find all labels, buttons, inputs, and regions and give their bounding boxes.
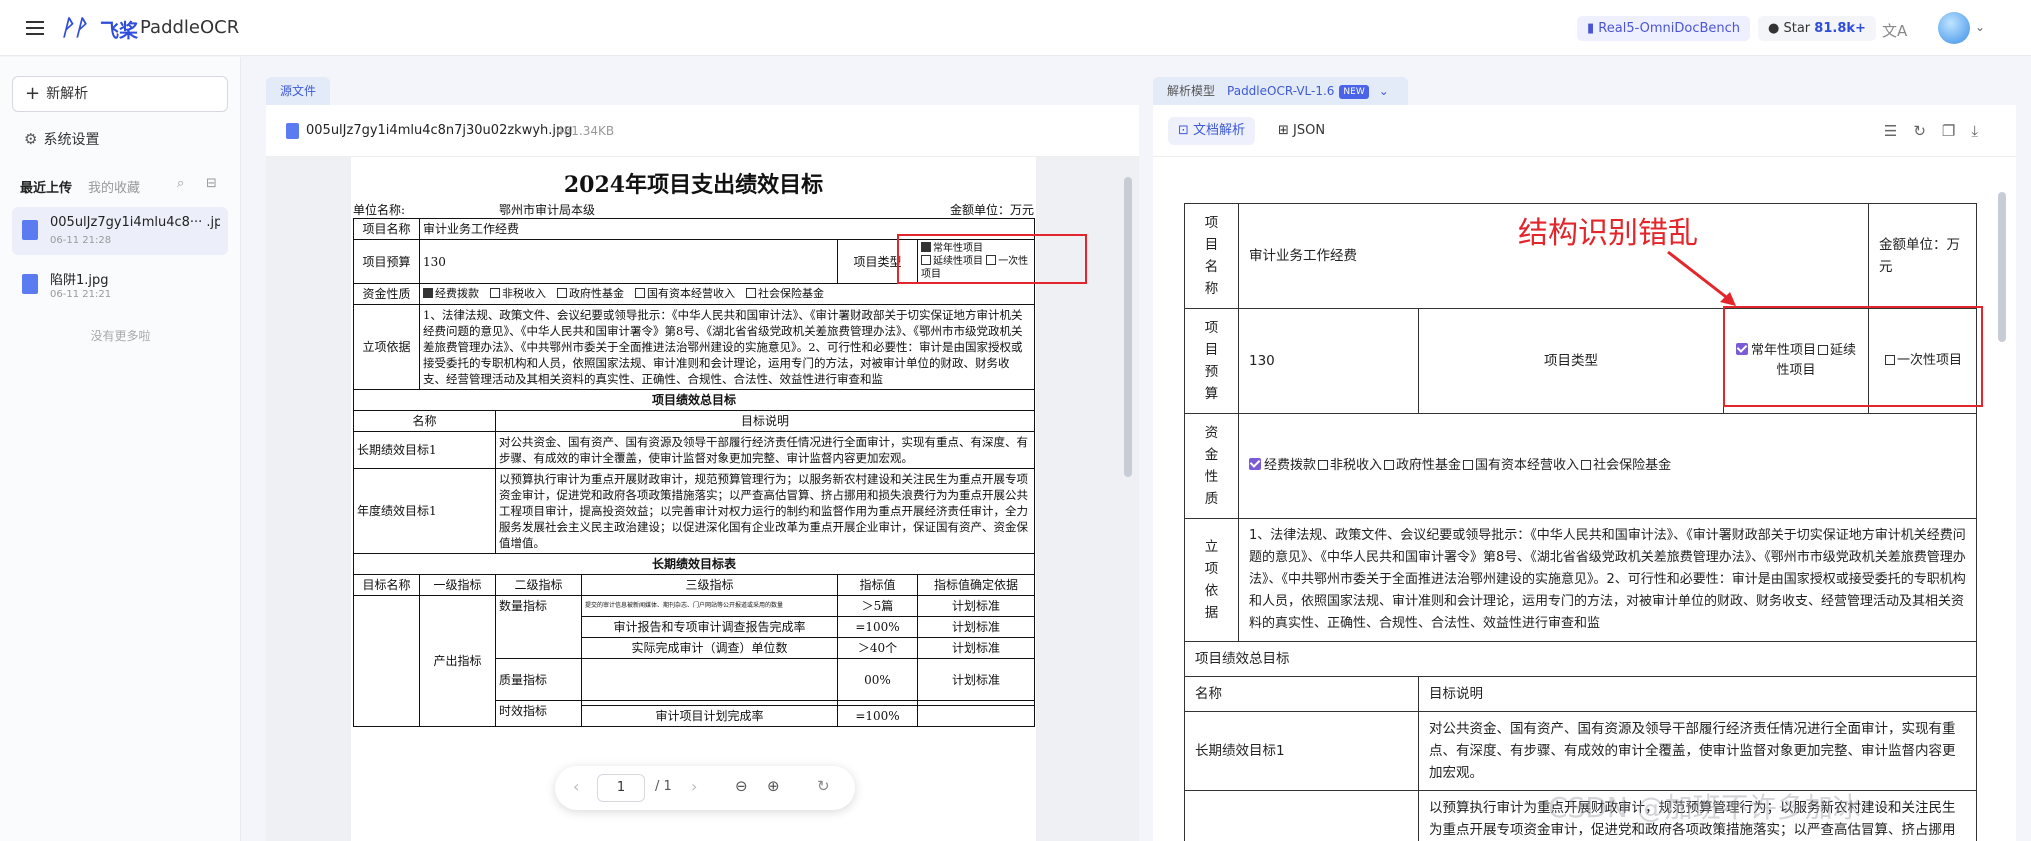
zoom-out-icon[interactable]: ⊖: [735, 777, 748, 795]
result-header: ⊡ 文档解析 ⊞ JSON ☰↻❐⤓: [1153, 105, 2016, 157]
benchmark-link[interactable]: ▮ Real5-OmniDocBench: [1577, 16, 1751, 41]
plus-icon: +: [25, 83, 41, 104]
annotation-arrow-icon: [1667, 250, 1736, 306]
table-row: 目标名称 一级指标 二级指标 三级指标 指标值 指标值确定依据: [353, 574, 1036, 596]
table-row: 立项依据 1、法律法规、政策文件、会议纪要或领导批示：《中华人民共和国审计法》、…: [1184, 518, 1977, 642]
image-file-icon: [22, 274, 38, 294]
chevron-right-icon[interactable]: ›: [691, 777, 697, 796]
image-file-icon: [286, 123, 299, 139]
image-file-icon: [22, 220, 38, 240]
document-icon: ⊡: [1178, 123, 1194, 138]
checkbox-icon: [423, 288, 433, 298]
settings-button[interactable]: ⚙ 系统设置: [24, 129, 99, 149]
table-row: 立项依据 1、法律法规、政策文件、会议纪要或领导批示：《中华人民共和国审计法》、…: [353, 304, 1036, 390]
source-header: 005ulJz7gy1i4mlu4c8n7j30u02zkwyh.jpg 481…: [266, 105, 1139, 157]
github-star-button[interactable]: ● Star 81.8k+: [1758, 16, 1876, 41]
sidebar: + 新解析 ⚙ 系统设置 最近上传 我的收藏 ⌕ ⊟ 005ulJz7gy1i4ml…: [0, 57, 241, 841]
top-bar: ᚹᚹ 飞桨 PaddleOCR ▮ Real5-OmniDocBench ● S…: [0, 0, 2031, 56]
watermark: CSDN @加班不许多加冰: [1548, 791, 1861, 824]
source-file-name: 005ulJz7gy1i4mlu4c8n7j30u02zkwyh.jpg: [306, 123, 573, 138]
error-highlight-box: [897, 234, 1087, 284]
checkbox-icon: [1318, 460, 1329, 470]
refresh-icon[interactable]: ↻: [1913, 122, 1942, 140]
rotate-icon[interactable]: ↻: [817, 777, 830, 795]
document-page: 2024年项目支出绩效目标 单位名称: 鄂州市审计局本级 金额单位：万元 项目名…: [351, 157, 1087, 841]
checkbox-icon: [1463, 460, 1474, 470]
search-icon[interactable]: ⌕: [177, 176, 184, 191]
checkbox-icon: [1384, 460, 1395, 470]
paddle-logo-mark: ᚹᚹ: [60, 16, 87, 41]
zoom-in-icon[interactable]: ⊕: [767, 777, 780, 795]
user-avatar[interactable]: [1938, 12, 1970, 44]
new-badge: NEW: [1339, 85, 1369, 99]
sliders-icon[interactable]: ☰: [1884, 122, 1913, 140]
document-viewer[interactable]: 2024年项目支出绩效目标 单位名称: 鄂州市审计局本级 金额单位：万元 项目名…: [266, 157, 1139, 841]
table-row: 长期绩效目标表: [352, 553, 1036, 575]
tab-recent-uploads[interactable]: 最近上传: [20, 177, 72, 196]
checkbox-icon: [746, 288, 756, 298]
chevron-down-icon: ⌄: [1378, 84, 1389, 98]
result-viewer[interactable]: 项目名称 审计业务工作经费 金额单位：万元 项目预算 130 项目类型 常年性项…: [1153, 157, 2016, 841]
checkbox-icon: [635, 288, 645, 298]
table-row: 项目绩效总目标: [352, 389, 1036, 411]
chevron-down-icon[interactable]: ⌄: [1975, 20, 1985, 34]
filter-icon[interactable]: ⊟: [206, 176, 217, 191]
result-table: 项目名称 审计业务工作经费 金额单位：万元 项目预算 130 项目类型 常年性项…: [1184, 203, 1977, 841]
app-title: PaddleOCR: [140, 17, 240, 38]
scrollbar[interactable]: [1124, 177, 1132, 477]
result-toolbar: ☰↻❐⤓: [1884, 122, 1994, 140]
doc-title: 2024年项目支出绩效目标: [563, 172, 824, 198]
hamburger-menu-icon[interactable]: [24, 17, 46, 39]
no-more-text: 没有更多啦: [90, 329, 151, 343]
tab-json[interactable]: ⊞ JSON: [1268, 117, 1335, 145]
table-row: 项目绩效总目标: [1184, 641, 1977, 677]
source-panel: 005ulJz7gy1i4mlu4c8n7j30u02zkwyh.jpg 481…: [266, 105, 1139, 841]
table-row: 名称 目标说明: [1184, 676, 1977, 712]
doc-table: 项目名称 审计业务工作经费 项目预算 130 项目类型 常年性项目 延续性项目 一…: [352, 218, 1036, 727]
page-number-input[interactable]: 1: [597, 774, 645, 802]
table-row: 长期绩效目标1 对公共资金、国有资产、国有资源及领导干部履行经济责任情况进行全面…: [353, 431, 1036, 469]
page-total: / 1: [655, 779, 672, 794]
source-file-size: 481.34KB: [556, 124, 615, 138]
tab-source-file[interactable]: 源文件: [266, 77, 331, 105]
file-item[interactable]: 005ulJz7gy1i4mlu4c8··· .jpg 06-11 21:28: [12, 207, 228, 255]
checkbox-checked-icon: [1249, 458, 1261, 470]
chart-icon: ▮: [1587, 21, 1599, 36]
translate-icon[interactable]: 文A: [1882, 20, 1907, 41]
gear-icon: ⚙: [24, 130, 38, 148]
copy-icon[interactable]: ❐: [1942, 122, 1971, 140]
code-icon: ⊞: [1278, 123, 1294, 138]
table-row: 名称 目标说明: [353, 410, 1036, 432]
scrollbar[interactable]: [1998, 192, 2006, 342]
model-selector[interactable]: 解析模型 PaddleOCR-VL-1.6 NEW ⌄: [1153, 77, 1408, 105]
history-tabs: 最近上传 我的收藏 ⌕ ⊟: [20, 176, 230, 199]
github-icon: ●: [1768, 21, 1784, 36]
file-item[interactable]: 陷阱1.jpg 06-11 21:21: [12, 261, 228, 309]
error-highlight-box: [1723, 306, 1983, 407]
page-navigator: ‹ 1 / 1 › ⊖ ⊕ ↻: [555, 766, 855, 810]
paddle-logo-text: 飞桨: [100, 20, 139, 42]
table-row: 产出指标 数量指标 提交的审计信息被新闻媒体、期刊杂志、门户网站等公开报道或采用…: [353, 595, 1036, 727]
table-row: 年度绩效目标1 以预算执行审计为重点开展财政审计，规范预算管理行为；以服务新农村…: [353, 468, 1036, 554]
checkbox-icon: [490, 288, 500, 298]
table-row: 资金性质 经费拨款 非税收入 政府性基金 国有资本经营收入 社会保险基金: [353, 283, 1036, 305]
checkbox-icon: [557, 288, 567, 298]
tab-favorites[interactable]: 我的收藏: [88, 177, 140, 196]
chevron-left-icon[interactable]: ‹: [573, 777, 579, 796]
download-icon[interactable]: ⤓: [1971, 122, 1994, 140]
checkbox-icon: [1581, 460, 1592, 470]
tab-document-parse[interactable]: ⊡ 文档解析: [1168, 117, 1256, 145]
table-row: 长期绩效目标1 对公共资金、国有资产、国有资源及领导干部履行经济责任情况进行全面…: [1184, 711, 1977, 791]
table-row: 资金性质 经费拨款 非税收入 政府性基金 国有资本经营收入 社会保险基金: [1184, 413, 1977, 519]
new-parse-button[interactable]: + 新解析: [12, 76, 228, 112]
